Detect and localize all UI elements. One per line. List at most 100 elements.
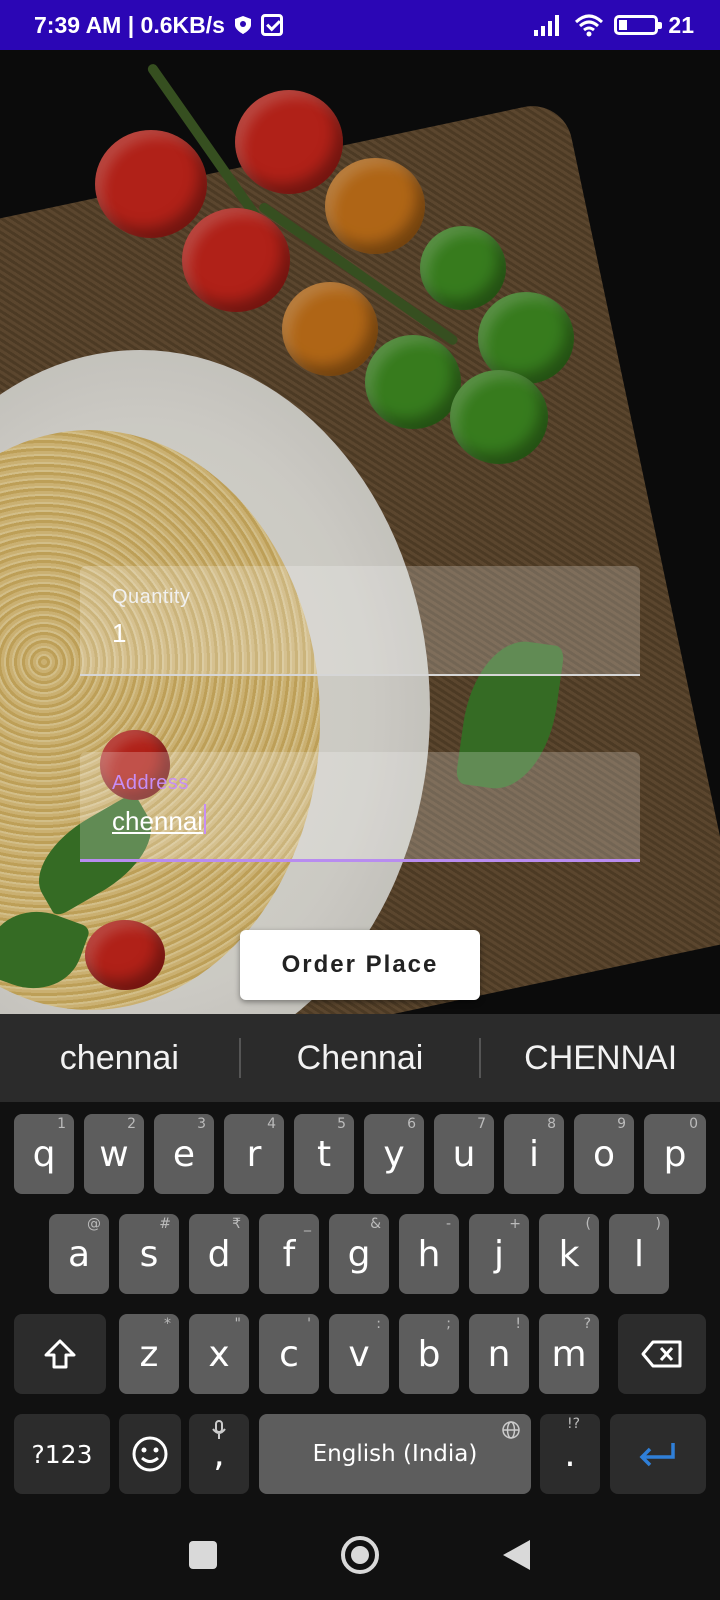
backspace-key[interactable] xyxy=(618,1314,706,1394)
key-label: a xyxy=(67,1233,91,1275)
quantity-field[interactable]: Quantity 1 xyxy=(80,566,640,676)
key-w[interactable]: w2 xyxy=(84,1114,144,1194)
key-z[interactable]: z * xyxy=(119,1314,179,1394)
signal-icon xyxy=(534,14,564,36)
text-cursor xyxy=(204,804,207,834)
address-label: Address xyxy=(112,772,189,794)
shift-key[interactable] xyxy=(14,1314,106,1394)
key-label: i xyxy=(528,1133,539,1175)
address-field[interactable]: Address chennai xyxy=(80,752,640,862)
food-background-image xyxy=(0,50,720,1014)
comma-key[interactable]: , xyxy=(189,1414,249,1494)
key-x[interactable]: x " xyxy=(189,1314,249,1394)
key-hint: ) xyxy=(655,1216,661,1232)
address-value: chennai xyxy=(112,806,204,836)
key-m[interactable]: m? xyxy=(539,1314,599,1394)
status-bar: 7:39 AM | 0.6KB/s 21 xyxy=(0,0,720,50)
key-hint: _ xyxy=(304,1216,311,1232)
key-hint: 8 xyxy=(547,1116,556,1132)
address-value-wrap: chennai xyxy=(112,804,207,837)
suggestion-3[interactable]: CHENNAI xyxy=(481,1039,720,1078)
key-label: w xyxy=(99,1133,129,1175)
key-k[interactable]: k( xyxy=(539,1214,599,1294)
keyboard: q1 w2 e3 r4 t5 y6 u7 i8 o9 p0 a @ s # d ₹ f… xyxy=(0,1102,720,1510)
key-hint: 3 xyxy=(197,1116,206,1132)
key-s[interactable]: s # xyxy=(119,1214,179,1294)
status-left: 7:39 AM | 0.6KB/s xyxy=(34,12,283,39)
emoji-icon xyxy=(132,1436,168,1472)
key-hint: ₹ xyxy=(232,1216,241,1232)
key-label: p xyxy=(663,1133,687,1175)
key-label: e xyxy=(172,1133,196,1175)
wifi-icon xyxy=(574,13,604,37)
key-j[interactable]: j + xyxy=(469,1214,529,1294)
key-c[interactable]: c ' xyxy=(259,1314,319,1394)
key-label: t xyxy=(316,1133,332,1175)
suggestion-1[interactable]: chennai xyxy=(0,1039,239,1078)
key-y[interactable]: y6 xyxy=(364,1114,424,1194)
key-t[interactable]: t5 xyxy=(294,1114,354,1194)
key-hint: * xyxy=(164,1316,171,1332)
symbols-key[interactable]: ?123 xyxy=(14,1414,110,1494)
key-label: r xyxy=(246,1133,262,1175)
key-g[interactable]: g & xyxy=(329,1214,389,1294)
key-hint: - xyxy=(445,1216,451,1232)
key-hint: 6 xyxy=(407,1116,416,1132)
order-place-button[interactable]: Order Place xyxy=(240,930,480,1000)
key-p[interactable]: p0 xyxy=(644,1114,706,1194)
shield-icon xyxy=(234,16,251,34)
key-r[interactable]: r4 xyxy=(224,1114,284,1194)
key-hint: ( xyxy=(585,1216,591,1232)
period-key[interactable]: . !? xyxy=(540,1414,600,1494)
key-hint: ? xyxy=(583,1316,591,1332)
status-time-speed: 7:39 AM | 0.6KB/s xyxy=(34,11,225,38)
battery-level: 21 xyxy=(668,11,694,38)
key-hint: 9 xyxy=(617,1116,626,1132)
key-hint: & xyxy=(370,1216,381,1232)
key-h[interactable]: h- xyxy=(399,1214,459,1294)
emoji-key[interactable] xyxy=(119,1414,181,1494)
key-label: o xyxy=(592,1133,616,1175)
backspace-icon xyxy=(641,1340,682,1368)
key-q[interactable]: q1 xyxy=(14,1114,74,1194)
key-label: z xyxy=(139,1333,159,1375)
enter-key[interactable] xyxy=(610,1414,706,1494)
key-l[interactable]: l) xyxy=(609,1214,669,1294)
recents-icon[interactable] xyxy=(187,1539,219,1571)
key-hint: " xyxy=(234,1316,241,1332)
key-v[interactable]: v: xyxy=(329,1314,389,1394)
key-u[interactable]: u7 xyxy=(434,1114,494,1194)
key-e[interactable]: e3 xyxy=(154,1114,214,1194)
enter-icon xyxy=(639,1443,675,1467)
key-hint: + xyxy=(509,1216,521,1232)
key-f[interactable]: f _ xyxy=(259,1214,319,1294)
key-label: n xyxy=(487,1333,511,1375)
space-key[interactable]: English (India) xyxy=(259,1414,531,1494)
back-icon[interactable] xyxy=(501,1538,533,1572)
suggestion-2[interactable]: Chennai xyxy=(241,1039,480,1078)
suggestion-bar: chennai Chennai CHENNAI xyxy=(0,1014,720,1102)
key-d[interactable]: d ₹ xyxy=(189,1214,249,1294)
key-hint: 4 xyxy=(267,1116,276,1132)
globe-icon xyxy=(502,1421,520,1439)
quantity-label: Quantity xyxy=(112,586,191,608)
key-label: j xyxy=(493,1233,504,1275)
key-i[interactable]: i8 xyxy=(504,1114,564,1194)
key-label: b xyxy=(417,1333,441,1375)
navigation-bar xyxy=(0,1510,720,1600)
mic-icon xyxy=(212,1420,226,1439)
key-label: k xyxy=(558,1233,580,1275)
key-hint: 7 xyxy=(477,1116,486,1132)
key-hint: @ xyxy=(87,1216,101,1232)
address-underline xyxy=(80,859,640,862)
key-label: q xyxy=(32,1133,56,1175)
key-label: h xyxy=(417,1233,441,1275)
key-b[interactable]: b; xyxy=(399,1314,459,1394)
home-icon[interactable] xyxy=(339,1534,381,1576)
key-label: s xyxy=(139,1233,159,1275)
key-n[interactable]: n! xyxy=(469,1314,529,1394)
key-o[interactable]: o9 xyxy=(574,1114,634,1194)
key-label: x xyxy=(208,1333,230,1375)
key-label: l xyxy=(633,1233,644,1275)
key-a[interactable]: a @ xyxy=(49,1214,109,1294)
